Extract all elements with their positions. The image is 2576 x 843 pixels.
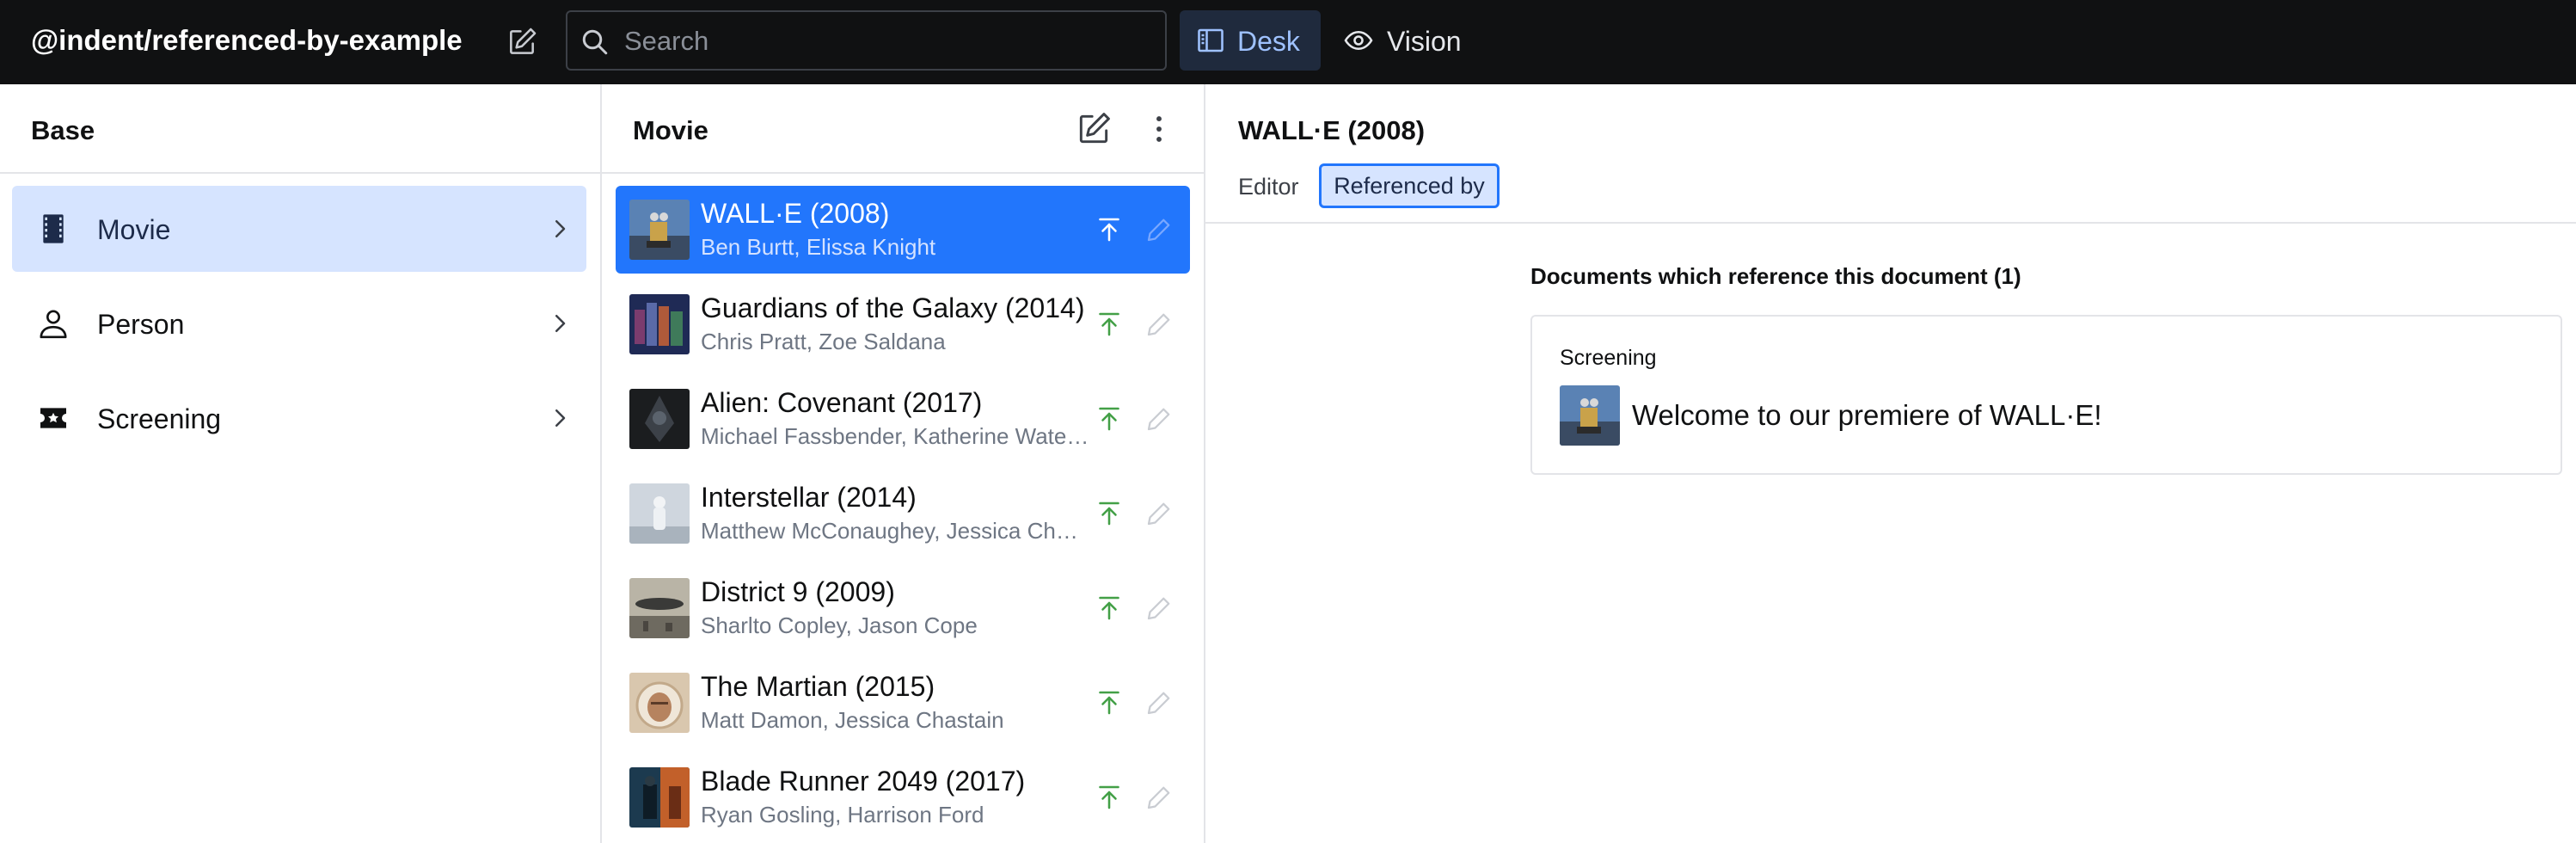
ticket-icon	[36, 401, 71, 435]
movie-list-item[interactable]: WALL·E (2008) Ben Burtt, Elissa Knight	[616, 186, 1190, 274]
workspace-title[interactable]: @indent/referenced-by-example	[31, 24, 463, 57]
edit-icon	[1144, 498, 1175, 529]
chevron-right-icon	[547, 405, 573, 431]
movie-list-item[interactable]: Guardians of the Galaxy (2014) Chris Pra…	[616, 280, 1190, 368]
tab-editor[interactable]: Editor	[1236, 165, 1301, 208]
base-item-screening[interactable]: Screening	[12, 375, 586, 461]
base-pane: Base Movie Person Screening	[0, 84, 602, 843]
movie-title: Interstellar (2014)	[701, 482, 917, 513]
compose-button[interactable]	[502, 22, 542, 62]
edit-icon	[1144, 403, 1175, 434]
movie-poster-thumbnail	[629, 200, 690, 260]
movie-subtitle: Chris Pratt, Zoe Saldana	[701, 329, 946, 354]
reference-card[interactable]: Screening Welcome to our premiere of WAL…	[1530, 315, 2562, 475]
movie-pane-title: Movie	[633, 115, 708, 145]
eye-icon	[1343, 25, 1374, 56]
movie-title: The Martian (2015)	[701, 671, 935, 702]
person-icon	[36, 306, 71, 341]
movie-subtitle: Michael Fassbender, Katherine Waterston	[701, 423, 1089, 449]
base-item-label: Person	[97, 309, 185, 340]
movie-subtitle: Matthew McConaughey, Jessica Chastain	[701, 518, 1089, 544]
base-item-label: Movie	[97, 214, 171, 245]
movie-poster-thumbnail	[629, 578, 690, 638]
search-icon	[580, 27, 610, 58]
movie-title: Guardians of the Galaxy (2014)	[701, 292, 1085, 323]
published-icon	[1094, 782, 1125, 813]
desk-icon	[1195, 25, 1226, 56]
reference-thumbnail	[1560, 385, 1620, 446]
edit-icon	[1144, 593, 1175, 624]
movie-pane-header: Movie	[602, 84, 1204, 174]
tab-referenced-by[interactable]: Referenced by	[1319, 163, 1500, 208]
base-pane-title: Base	[31, 115, 95, 145]
published-icon	[1094, 403, 1125, 434]
published-icon	[1094, 687, 1125, 718]
movie-poster-thumbnail	[629, 294, 690, 354]
published-icon	[1094, 498, 1125, 529]
tool-vision-button[interactable]: Vision	[1333, 10, 1475, 71]
document-pane: WALL·E (2008) Editor Referenced by Docum…	[1205, 84, 2576, 843]
movie-title: District 9 (2009)	[701, 576, 895, 607]
edit-icon	[1144, 309, 1175, 340]
document-title: WALL·E (2008)	[1238, 115, 1426, 145]
compose-icon	[1075, 110, 1113, 148]
movie-poster-thumbnail	[629, 673, 690, 733]
movie-title: Blade Runner 2049 (2017)	[701, 766, 1026, 797]
film-icon	[36, 212, 71, 246]
base-item-person[interactable]: Person	[12, 280, 586, 366]
movie-list-item[interactable]: District 9 (2009) Sharlto Copley, Jason …	[616, 564, 1190, 652]
movie-pane: Movie WALL·E (2008) Ben Burtt, Elissa Kn…	[602, 84, 1205, 843]
movie-list-item[interactable]: Blade Runner 2049 (2017) Ryan Gosling, H…	[616, 754, 1190, 841]
chevron-right-icon	[547, 311, 573, 336]
top-navbar: @indent/referenced-by-example Desk	[0, 0, 2576, 84]
tool-vision-label: Vision	[1387, 26, 1462, 57]
tool-desk-button[interactable]: Desk	[1180, 10, 1321, 71]
search-box[interactable]	[566, 10, 1167, 71]
search-input[interactable]	[624, 22, 1140, 60]
document-pane-header: WALL·E (2008) Editor Referenced by	[1205, 84, 2576, 224]
movie-subtitle: Sharlto Copley, Jason Cope	[701, 612, 978, 638]
chevron-right-icon	[547, 216, 573, 242]
movie-title: WALL·E (2008)	[701, 198, 890, 229]
tool-desk-label: Desk	[1237, 26, 1300, 57]
movie-list-item[interactable]: Interstellar (2014) Matthew McConaughey,…	[616, 470, 1190, 557]
pane-menu-button[interactable]	[1140, 110, 1178, 148]
base-item-label: Screening	[97, 403, 222, 434]
published-icon	[1094, 309, 1125, 340]
edit-icon	[1144, 687, 1175, 718]
movie-subtitle: Matt Damon, Jessica Chastain	[701, 707, 1004, 733]
movie-poster-thumbnail	[629, 389, 690, 449]
base-item-movie[interactable]: Movie	[12, 186, 586, 272]
movie-title: Alien: Covenant (2017)	[701, 387, 983, 418]
published-icon	[1094, 214, 1125, 245]
movie-subtitle: Ryan Gosling, Harrison Ford	[701, 802, 984, 828]
base-pane-header: Base	[0, 84, 600, 174]
movie-poster-thumbnail	[629, 483, 690, 544]
movie-subtitle: Ben Burtt, Elissa Knight	[701, 234, 936, 260]
references-heading: Documents which reference this document …	[1530, 263, 2021, 289]
more-vertical-icon	[1140, 110, 1178, 148]
edit-icon	[1144, 214, 1175, 245]
movie-poster-thumbnail	[629, 767, 690, 828]
compose-icon	[506, 26, 538, 58]
create-document-button[interactable]	[1075, 110, 1113, 148]
published-icon	[1094, 593, 1125, 624]
reference-document-type: Screening	[1560, 346, 1657, 370]
reference-title: Welcome to our premiere of WALL·E!	[1632, 399, 2102, 431]
movie-list-item[interactable]: Alien: Covenant (2017) Michael Fassbende…	[616, 375, 1190, 463]
edit-icon	[1144, 782, 1175, 813]
movie-list-item[interactable]: The Martian (2015) Matt Damon, Jessica C…	[616, 659, 1190, 747]
